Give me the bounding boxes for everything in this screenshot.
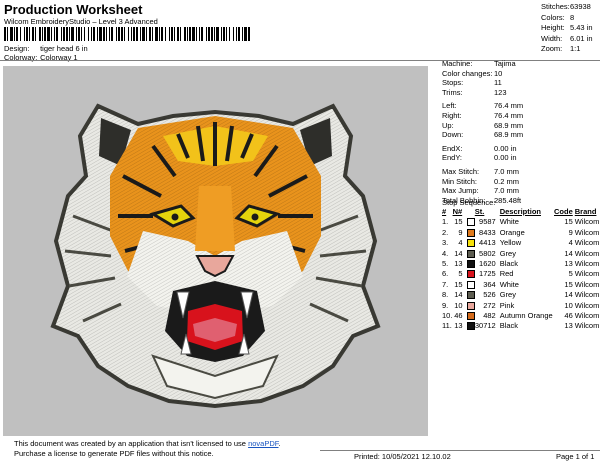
stop-sequence-title: Stop Sequence: bbox=[442, 198, 496, 207]
thread-swatch bbox=[466, 312, 475, 321]
design-value: tiger head 6 in bbox=[40, 44, 88, 53]
info-row: Right: 76.4 mm bbox=[442, 110, 524, 120]
info-row: Up: 68.9 mm bbox=[442, 120, 524, 130]
info-row: Machine: Tajima bbox=[442, 59, 516, 68]
info-row: Min Stitch: 0.2 mm bbox=[442, 176, 520, 186]
design-label: Design: bbox=[4, 44, 30, 53]
info-row: Max Stitch: 7.0 mm bbox=[442, 166, 520, 176]
stop-row: 9. 10 272 Pink 10 Wilcom bbox=[442, 300, 600, 310]
info-row: Left: 76.4 mm bbox=[442, 101, 524, 111]
barcode-bar bbox=[248, 27, 250, 41]
stop-row: 11. 13 30712 Black 13 Wilcom bbox=[442, 321, 600, 331]
software-subtitle: Wilcom EmbroideryStudio – Level 3 Advanc… bbox=[4, 17, 158, 26]
design-preview bbox=[3, 66, 428, 436]
stat-colors: Colors: 8 bbox=[541, 12, 575, 22]
info-row: Max Jump: 7.0 mm bbox=[442, 186, 520, 196]
info-row: Color changes: 10 bbox=[442, 68, 503, 78]
stat-height: Height: 5.43 in bbox=[541, 23, 593, 33]
stop-sequence-table: # N# St. Description Code Brand 1. 15 9587… bbox=[442, 207, 600, 332]
stop-table-header: # N# St. Description Code Brand bbox=[442, 207, 597, 216]
novapdf-link[interactable]: novaPDF bbox=[248, 439, 278, 448]
stat-zoom: Zoom: 1:1 bbox=[541, 44, 581, 54]
design-stats: Stitches:63938 Colors: 8 Height: 5.43 in W… bbox=[541, 2, 593, 55]
thread-swatch bbox=[466, 239, 475, 248]
stop-row: 2. 9 8433 Orange 9 Wilcom bbox=[442, 227, 600, 237]
stop-row: 1. 15 9587 White 15 Wilcom bbox=[442, 217, 600, 227]
stat-width: Width: 6.01 in bbox=[541, 33, 593, 43]
info-row: Trims: 123 bbox=[442, 87, 507, 97]
thread-swatch bbox=[466, 322, 475, 331]
design-row: Design: tiger head 6 in bbox=[4, 44, 88, 53]
machine-info: Machine: Tajima Color changes: 10 Stops: 11 Tr… bbox=[442, 59, 523, 205]
info-row: Stops: 11 bbox=[442, 78, 502, 88]
stat-stitches: Stitches:63938 bbox=[541, 2, 591, 11]
stop-row: 4. 14 5802 Grey 14 Wilcom bbox=[442, 248, 600, 258]
thread-swatch bbox=[466, 291, 475, 300]
stop-row: 3. 4 4413 Yellow 4 Wilcom bbox=[442, 238, 600, 248]
page-title: Production Worksheet bbox=[4, 2, 143, 17]
thread-swatch bbox=[466, 280, 475, 289]
stop-row: 5. 13 1620 Black 13 Wilcom bbox=[442, 259, 600, 269]
info-row: Down: 68.9 mm bbox=[442, 130, 524, 140]
license-notice: This document was created by an applicat… bbox=[0, 438, 320, 462]
stop-row: 10. 46 482 Autumn Orange 46 Wilcom bbox=[442, 311, 600, 321]
thread-swatch bbox=[466, 249, 475, 258]
stop-row: 7. 15 364 White 15 Wilcom bbox=[442, 279, 600, 289]
stop-row: 6. 5 1725 Red 5 Wilcom bbox=[442, 269, 600, 279]
thread-swatch bbox=[466, 301, 475, 310]
thread-swatch bbox=[466, 218, 475, 227]
tiger-head-artwork bbox=[50, 103, 381, 409]
thread-swatch bbox=[466, 228, 475, 237]
thread-swatch bbox=[466, 270, 475, 279]
printed-date: Printed: 10/05/2021 12.10.02 bbox=[354, 452, 451, 461]
stop-row: 8. 14 526 Grey 14 Wilcom bbox=[442, 290, 600, 300]
thread-swatch bbox=[466, 260, 475, 269]
barcode bbox=[4, 27, 252, 41]
info-row: EndY: 0.00 in bbox=[442, 153, 517, 163]
info-row: EndX: 0.00 in bbox=[442, 143, 517, 153]
page-number: Page 1 of 1 bbox=[556, 452, 595, 461]
